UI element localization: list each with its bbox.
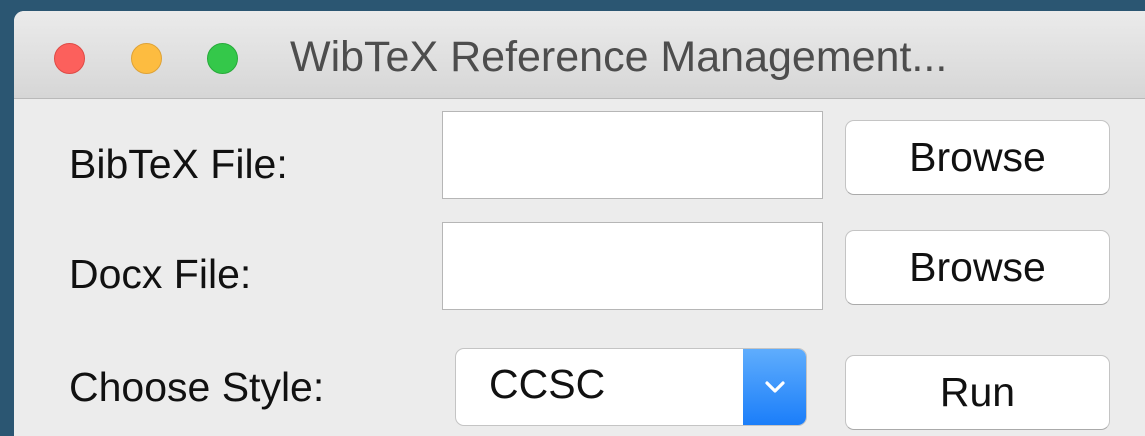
bibtex-file-label: BibTeX File:	[69, 141, 288, 187]
choose-style-label: Choose Style:	[69, 364, 325, 410]
run-button-label: Run	[939, 369, 1016, 415]
bibtex-browse-label: Browse	[909, 134, 1046, 180]
docx-file-field[interactable]	[442, 222, 823, 310]
bibtex-browse-button[interactable]: Browse	[845, 120, 1110, 195]
title-bar[interactable]: WibTeX Reference Management...	[14, 11, 1145, 99]
chevron-down-icon[interactable]	[743, 349, 806, 425]
window-title: WibTeX Reference Management...	[290, 33, 948, 81]
docx-browse-label: Browse	[909, 244, 1046, 290]
minimize-icon[interactable]	[131, 43, 162, 74]
style-select-value: CCSC	[489, 361, 606, 407]
maximize-icon[interactable]	[207, 43, 238, 74]
style-select[interactable]: CCSC	[455, 348, 807, 426]
form-panel: BibTeX File: Browse Docx File: Browse Ch…	[14, 99, 1145, 436]
app-window: WibTeX Reference Management... BibTeX Fi…	[14, 11, 1145, 436]
docx-file-label: Docx File:	[69, 251, 252, 297]
close-icon[interactable]	[54, 43, 85, 74]
bibtex-file-field[interactable]	[442, 111, 823, 199]
run-button[interactable]: Run	[845, 355, 1110, 430]
docx-browse-button[interactable]: Browse	[845, 230, 1110, 305]
